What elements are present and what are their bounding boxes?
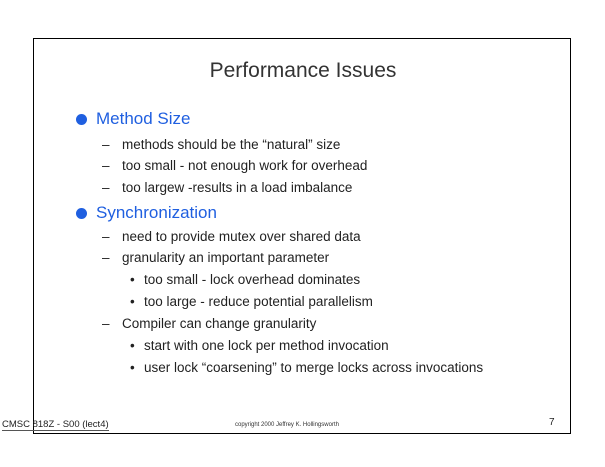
list-item-text: methods should be the “natural” size xyxy=(122,137,341,152)
list-item-text: user lock “coarsening” to merge locks ac… xyxy=(144,360,484,375)
section-heading: Method Size xyxy=(96,109,191,128)
section-heading: Synchronization xyxy=(96,203,217,222)
bullet-dot-icon xyxy=(76,207,87,219)
dash-icon: – xyxy=(102,180,110,195)
list-item-text: granularity an important parameter xyxy=(122,250,330,265)
section-method-size: Method Size xyxy=(76,109,191,129)
list-item: • start with one lock per method invocat… xyxy=(130,338,389,353)
dash-icon: – xyxy=(102,250,110,265)
slide-title: Performance Issues xyxy=(209,59,397,82)
list-item: – methods should be the “natural” size xyxy=(102,137,340,152)
list-item: • too large - reduce potential paralleli… xyxy=(130,294,373,309)
course-label: CMSC 818Z - S00 (lect4) xyxy=(2,419,109,431)
sub-bullet-icon: • xyxy=(130,360,135,375)
list-item-text: too largew -results in a load imbalance xyxy=(122,180,353,195)
list-item-text: too large - reduce potential parallelism xyxy=(144,294,373,309)
list-item-text: need to provide mutex over shared data xyxy=(122,229,361,244)
list-item-text: start with one lock per method invocatio… xyxy=(144,338,389,353)
list-item-text: too small - lock overhead dominates xyxy=(144,272,361,287)
list-item: – need to provide mutex over shared data xyxy=(102,229,361,244)
page-number: 7 xyxy=(549,417,555,428)
dash-icon: – xyxy=(102,316,110,331)
dash-icon: – xyxy=(102,158,110,173)
list-item: – granularity an important parameter xyxy=(102,250,329,265)
list-item: • user lock “coarsening” to merge locks … xyxy=(130,360,483,375)
slide-frame: Performance Issues Method Size – methods… xyxy=(33,38,571,434)
list-item-text: Compiler can change granularity xyxy=(122,316,317,331)
sub-bullet-icon: • xyxy=(130,272,135,287)
list-item: • too small - lock overhead dominates xyxy=(130,272,360,287)
bullet-dot-icon xyxy=(76,113,87,125)
sub-bullet-icon: • xyxy=(130,338,135,353)
sub-bullet-icon: • xyxy=(130,294,135,309)
list-item: – Compiler can change granularity xyxy=(102,316,316,331)
dash-icon: – xyxy=(102,229,110,244)
list-item: – too small - not enough work for overhe… xyxy=(102,158,367,173)
list-item-text: too small - not enough work for overhead xyxy=(122,158,368,173)
list-item: – too largew -results in a load imbalanc… xyxy=(102,180,352,195)
dash-icon: – xyxy=(102,137,110,152)
section-synchronization: Synchronization xyxy=(76,203,217,223)
copyright-text: copyright 2000 Jeffrey K. Hollingsworth xyxy=(235,422,339,428)
